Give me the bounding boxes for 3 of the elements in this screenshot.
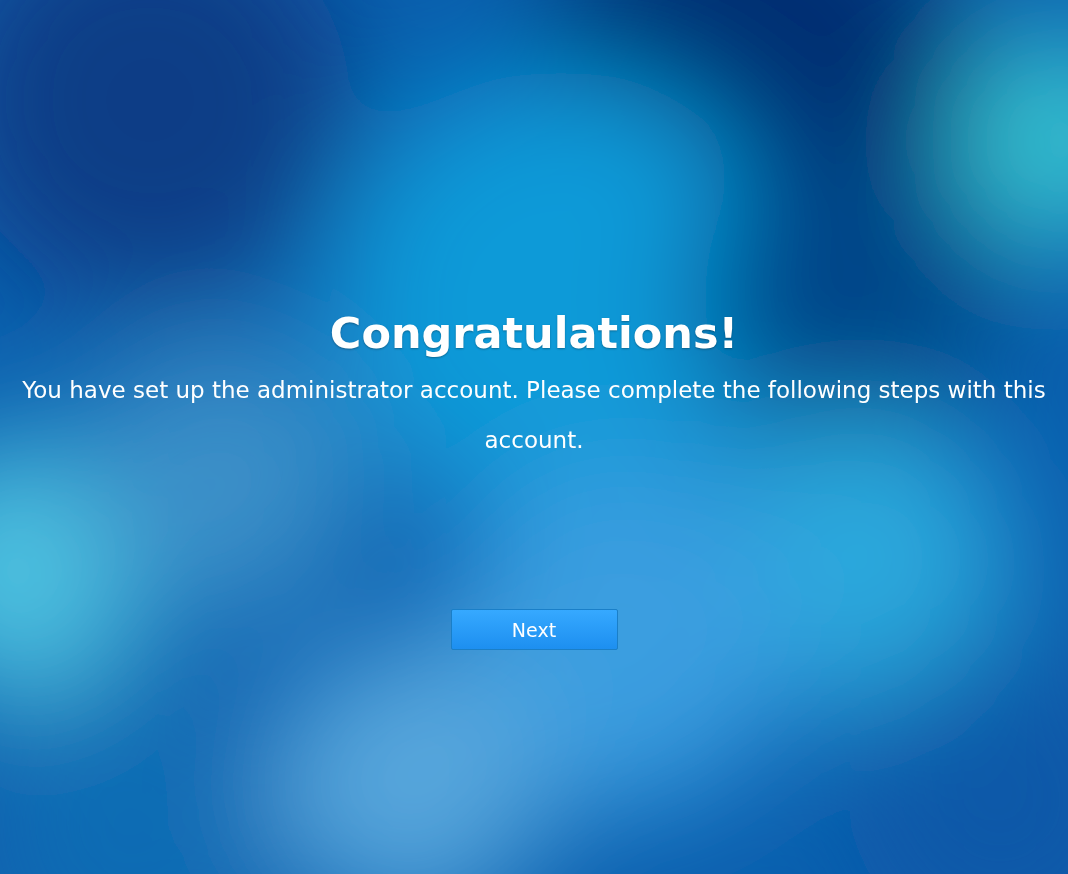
- next-button[interactable]: Next: [450, 609, 618, 650]
- message-text: You have set up the administrator account. Please complete the following steps with this account.: [21, 376, 1047, 455]
- heading: Congratulations!: [329, 307, 739, 360]
